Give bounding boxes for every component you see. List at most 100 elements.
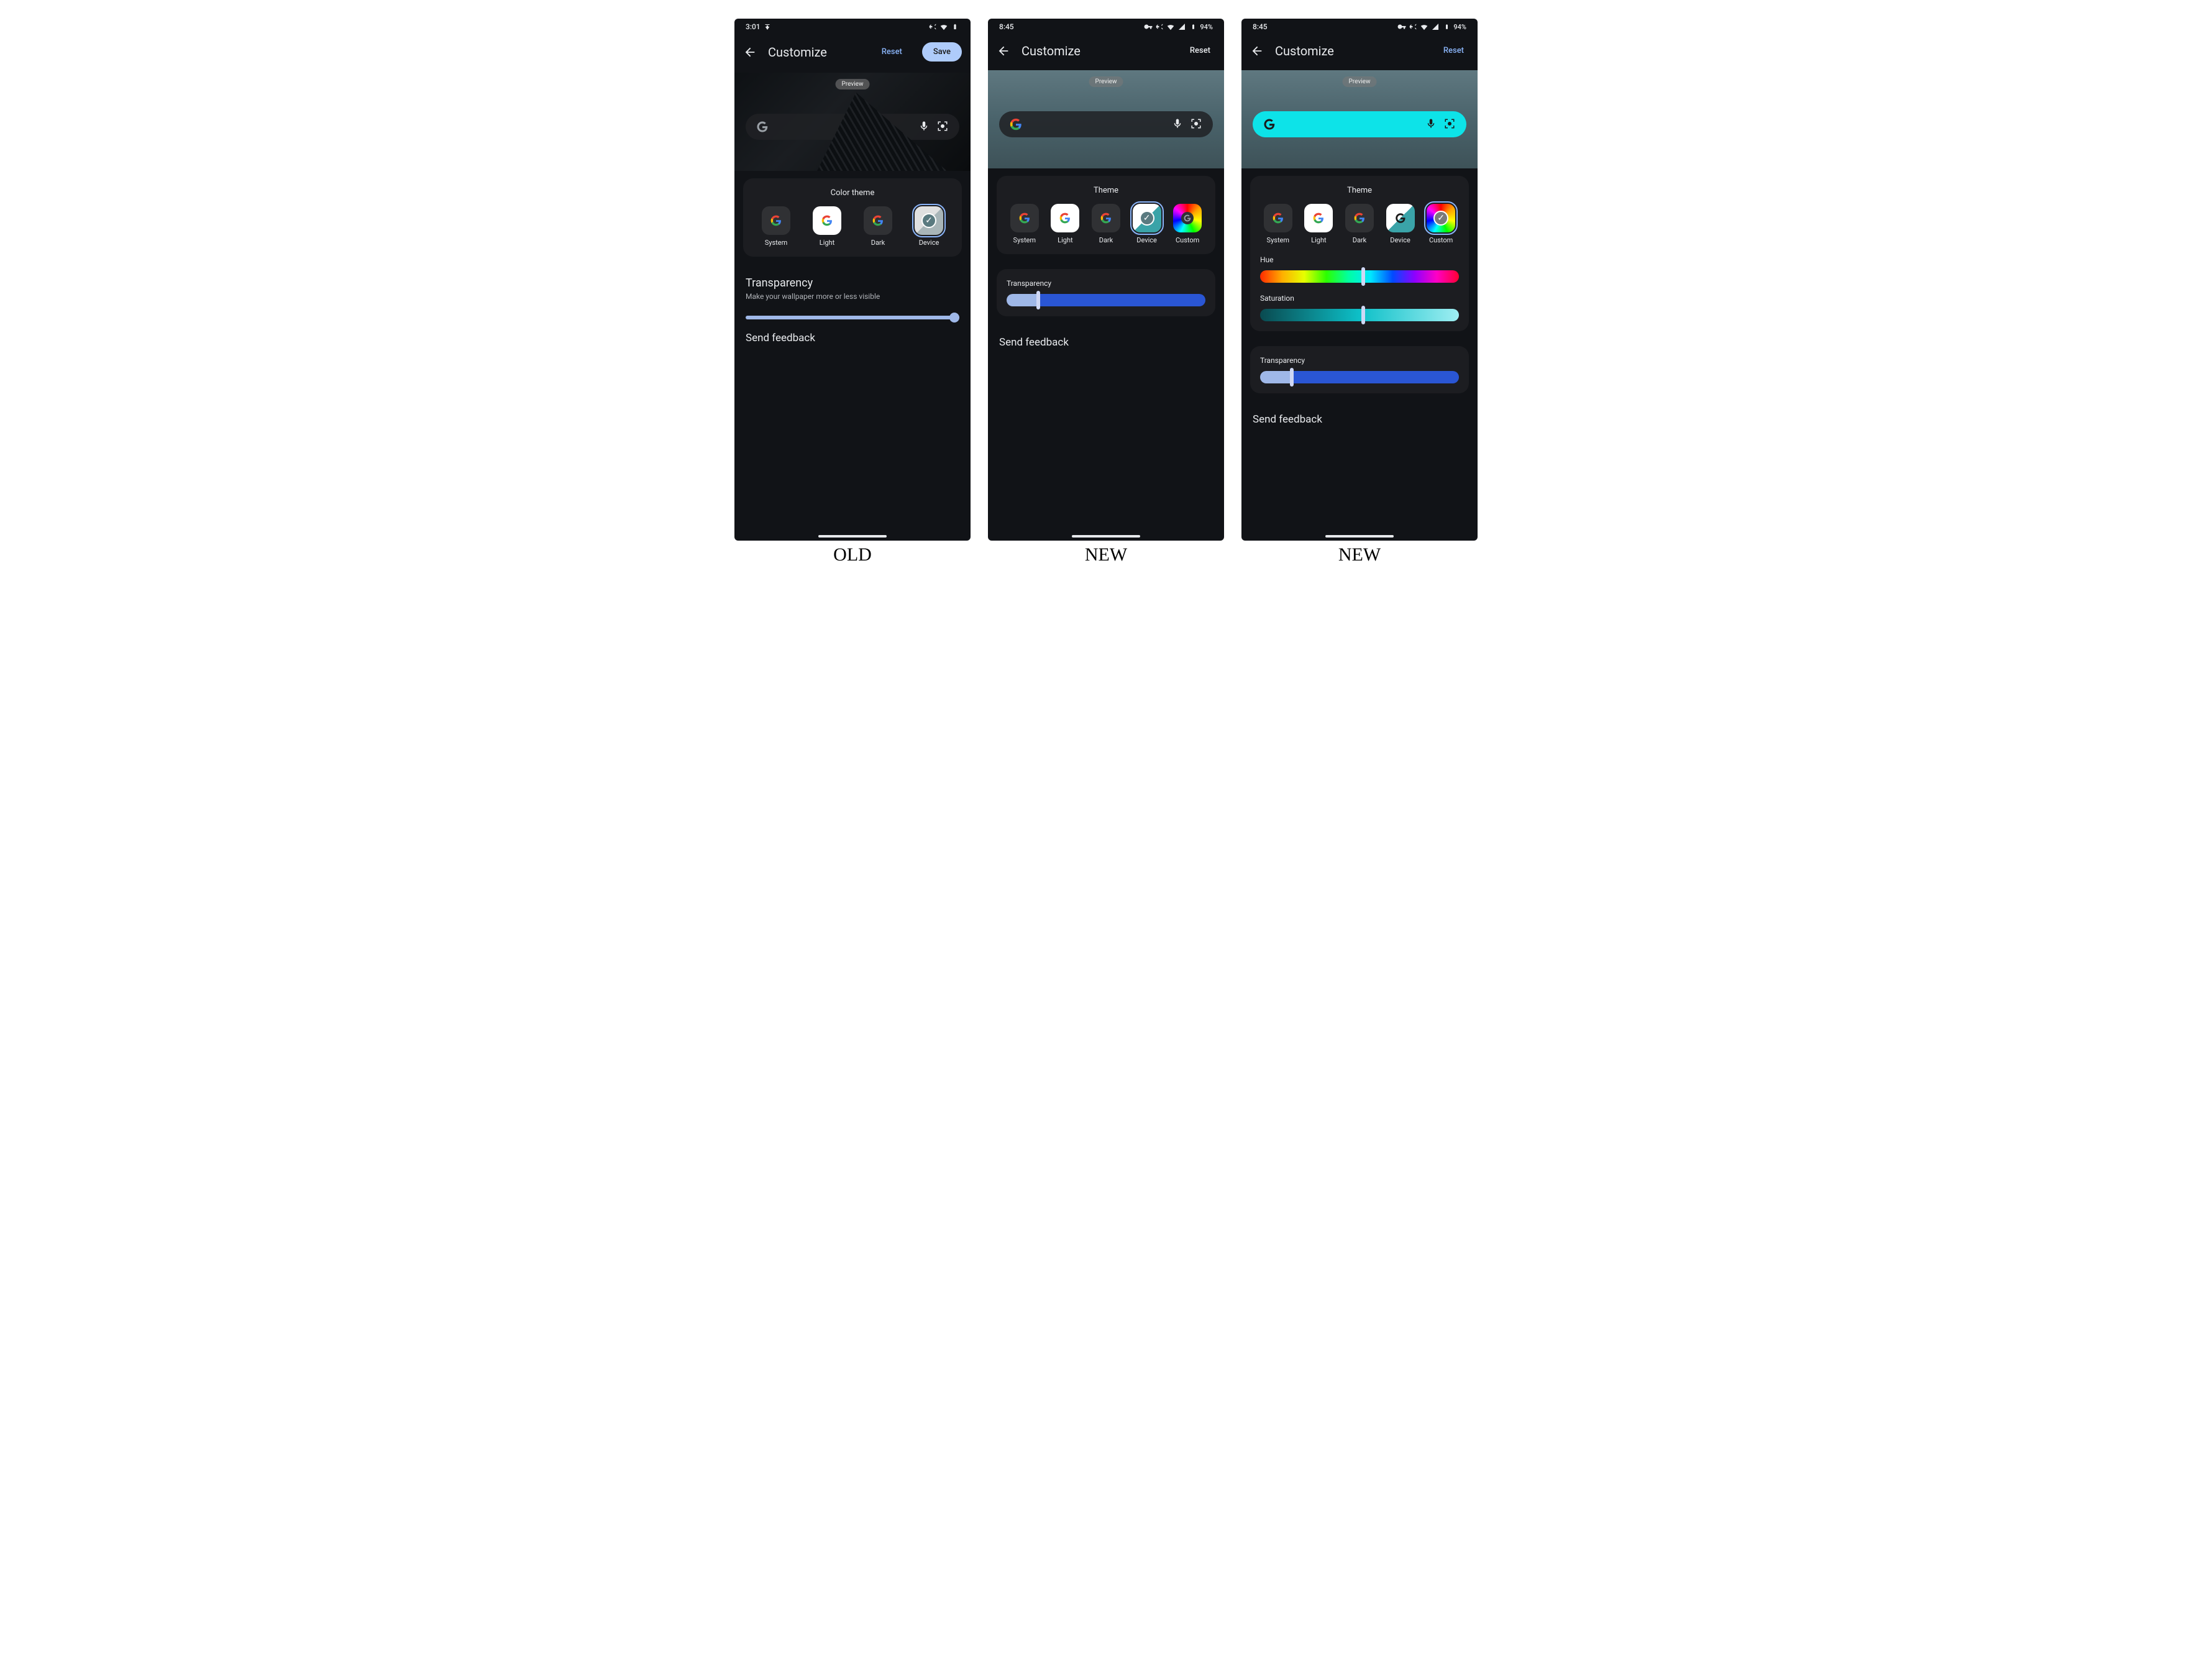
theme-option-system[interactable]: System (753, 206, 799, 247)
caption-new: NEW (1085, 544, 1127, 565)
hue-slider[interactable] (1260, 270, 1459, 283)
preview-chip: Preview (1343, 76, 1377, 87)
transparency-slider[interactable] (746, 316, 959, 319)
preview-chip: Preview (1089, 76, 1123, 87)
saturation-label: Saturation (1260, 294, 1459, 303)
page-title: Customize (1275, 43, 1427, 58)
google-g-icon (1181, 212, 1194, 224)
download-icon (763, 22, 772, 31)
preview-area: Preview (1241, 70, 1478, 168)
send-feedback-link[interactable]: Send feedback (734, 319, 971, 357)
phone-new-device: 8:45 94% Customize Reset Preview The (988, 19, 1224, 541)
google-g-icon (1059, 212, 1071, 224)
battery-icon (1442, 22, 1451, 31)
google-g-icon (770, 214, 782, 227)
theme-option-device[interactable]: ✓ Device (1129, 204, 1165, 244)
search-bar-preview[interactable] (746, 114, 959, 140)
reset-button[interactable]: Reset (1438, 42, 1469, 59)
back-icon[interactable] (1250, 44, 1264, 58)
preview-area: Preview (988, 70, 1224, 168)
signal-icon (1431, 22, 1440, 31)
phone-old: 3:01 Customize Reset Save Preview (734, 19, 971, 541)
google-g-icon (821, 214, 833, 227)
google-g-icon (1312, 212, 1325, 224)
battery-icon (1189, 22, 1197, 31)
send-feedback-link[interactable]: Send feedback (988, 324, 1224, 361)
checkmark-icon: ✓ (1433, 211, 1448, 226)
search-bar-preview[interactable] (999, 111, 1213, 137)
page-title: Customize (1021, 43, 1174, 58)
google-g-icon (1100, 212, 1112, 224)
checkmark-icon: ✓ (1140, 211, 1154, 226)
search-bar-preview[interactable] (1253, 111, 1466, 137)
wifi-icon (939, 22, 948, 31)
google-g-icon (1272, 212, 1284, 224)
appbar: Customize Reset (988, 35, 1224, 70)
theme-option-dark[interactable]: Dark (1088, 204, 1124, 244)
wifi-icon (1166, 22, 1175, 31)
signal-icon (1177, 22, 1186, 31)
transparency-subtitle: Make your wallpaper more or less visible (746, 292, 959, 301)
battery-percent: 94% (1453, 23, 1466, 31)
statusbar: 8:45 94% (1241, 19, 1478, 35)
transparency-label: Transparency (1260, 356, 1459, 365)
clock: 8:45 (1253, 22, 1268, 31)
preview-chip: Preview (836, 79, 870, 89)
theme-option-system[interactable]: System (1007, 204, 1043, 244)
clock: 8:45 (999, 22, 1014, 31)
lens-icon[interactable] (1191, 118, 1203, 130)
theme-card: Theme System Light Dark ✓ Device Custom (997, 176, 1215, 254)
clock: 3:01 (746, 22, 761, 31)
reset-button[interactable]: Reset (877, 43, 907, 60)
vibrate-icon (928, 22, 937, 31)
theme-option-device[interactable]: Device (1382, 204, 1419, 244)
save-button[interactable]: Save (922, 42, 962, 62)
statusbar: 8:45 94% (988, 19, 1224, 35)
caption-old: OLD (833, 544, 872, 565)
theme-card-title: Color theme (753, 188, 952, 198)
vibrate-icon (1409, 22, 1417, 31)
theme-option-device[interactable]: ✓ Device (906, 206, 952, 247)
google-g-icon (756, 120, 769, 134)
lens-icon[interactable] (1444, 118, 1456, 130)
theme-option-light[interactable]: Light (1048, 204, 1084, 244)
theme-card-title: Theme (1007, 186, 1205, 195)
mic-icon[interactable] (1172, 118, 1184, 130)
preview-area: Preview (734, 73, 971, 171)
transparency-card: Transparency (1250, 346, 1469, 393)
theme-option-custom[interactable]: Custom (1169, 204, 1205, 244)
back-icon[interactable] (743, 45, 757, 59)
send-feedback-link[interactable]: Send feedback (1241, 401, 1478, 438)
battery-percent: 94% (1200, 23, 1213, 31)
vpn-key-icon (1397, 22, 1406, 31)
google-g-icon (1018, 212, 1031, 224)
saturation-slider[interactable] (1260, 309, 1459, 321)
theme-option-light[interactable]: Light (804, 206, 850, 247)
theme-card-title: Theme (1260, 186, 1459, 195)
back-icon[interactable] (997, 44, 1010, 58)
checkmark-icon: ✓ (921, 213, 936, 228)
theme-option-light[interactable]: Light (1301, 204, 1337, 244)
wifi-icon (1420, 22, 1428, 31)
google-g-icon (1263, 117, 1276, 131)
nav-indicator[interactable] (818, 535, 887, 538)
vibrate-icon (1155, 22, 1164, 31)
appbar: Customize Reset Save (734, 35, 971, 73)
google-g-icon (1394, 212, 1407, 224)
nav-indicator[interactable] (1072, 535, 1140, 538)
nav-indicator[interactable] (1325, 535, 1394, 538)
google-g-icon (1353, 212, 1366, 224)
statusbar: 3:01 (734, 19, 971, 35)
theme-option-dark[interactable]: Dark (1341, 204, 1378, 244)
theme-option-custom[interactable]: ✓ Custom (1423, 204, 1459, 244)
reset-button[interactable]: Reset (1185, 42, 1215, 59)
theme-card: Color theme System Light Dark ✓ Device (743, 178, 962, 257)
vpn-key-icon (1144, 22, 1153, 31)
mic-icon[interactable] (918, 121, 931, 133)
theme-option-system[interactable]: System (1260, 204, 1296, 244)
theme-option-dark[interactable]: Dark (855, 206, 901, 247)
transparency-slider[interactable] (1260, 371, 1459, 383)
mic-icon[interactable] (1425, 118, 1438, 130)
transparency-slider[interactable] (1007, 294, 1205, 306)
lens-icon[interactable] (937, 121, 949, 133)
